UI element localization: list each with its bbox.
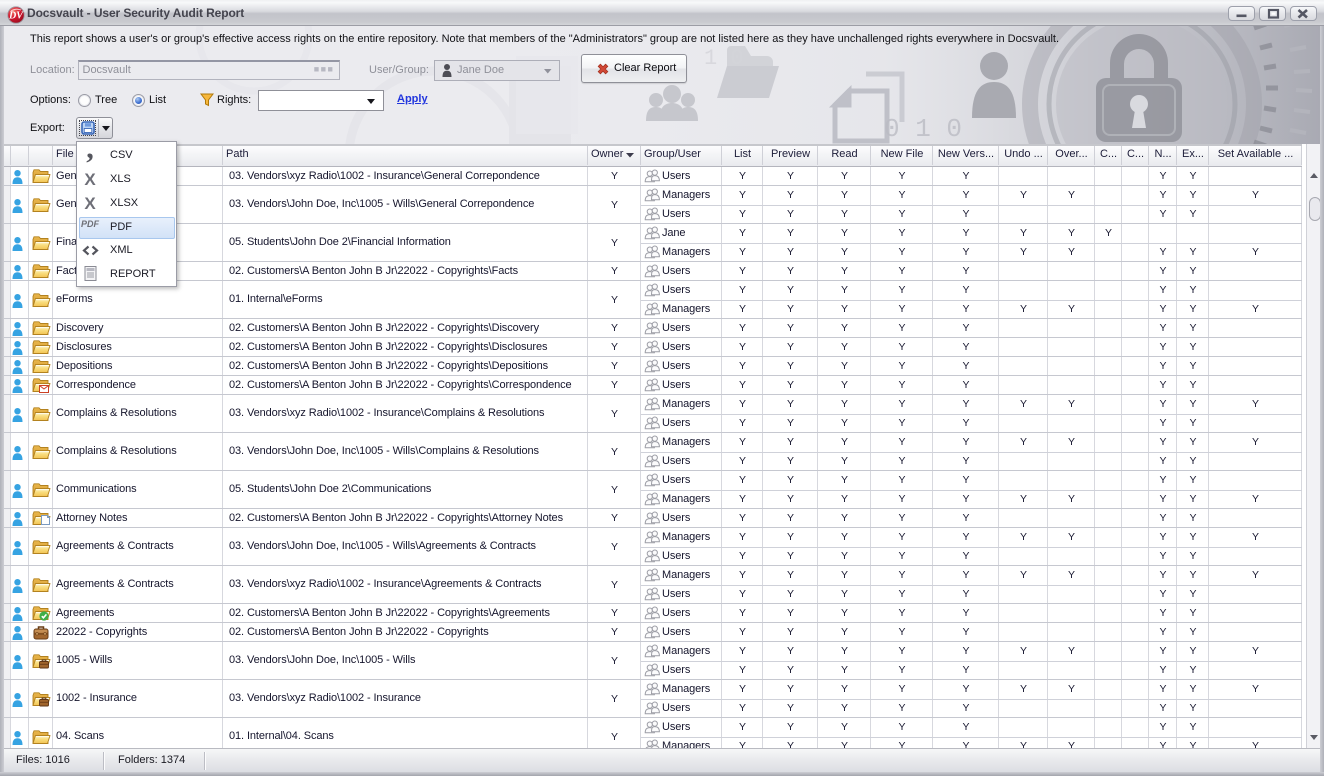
svg-text:1 0: 1 0 bbox=[704, 46, 744, 71]
svg-text:0 1 0: 0 1 0 bbox=[884, 114, 962, 144]
svg-text:DV: DV bbox=[8, 10, 24, 21]
